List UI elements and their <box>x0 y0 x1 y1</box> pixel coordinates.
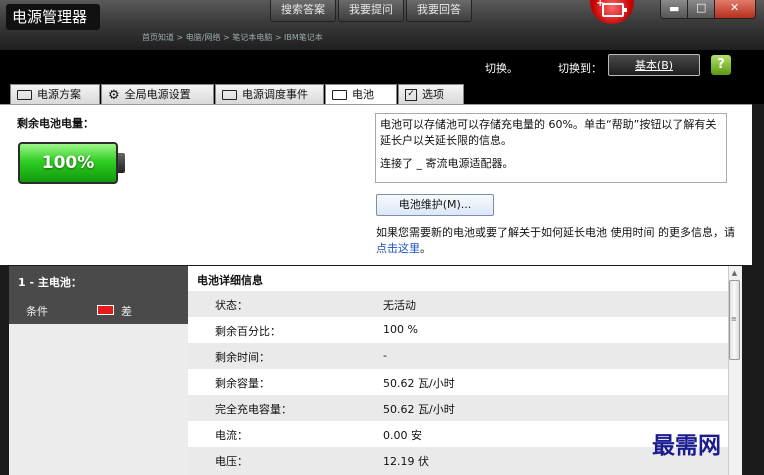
tab-label: 电池 <box>352 88 374 101</box>
tab-label: 选项 <box>422 88 444 101</box>
ask-question-button[interactable]: 我要提问 <box>338 0 404 22</box>
condition-value: 差 <box>121 305 132 318</box>
detail-row: 剩余时间： - <box>188 343 728 369</box>
tab-battery[interactable]: 电池 <box>325 84 397 105</box>
tab-options[interactable]: ✓ 选项 <box>398 84 464 104</box>
extend-battery-text: 如果您需要新的电池或要了解关于如何延长电池 使用时间 的更多信息，请 点击这里。 <box>376 225 736 257</box>
condition-label: 条件 <box>26 305 48 318</box>
tab-schedule-events[interactable]: 电源调度事件 <box>215 84 324 104</box>
gear-icon: ⚙ <box>108 87 120 103</box>
detail-row: 剩余百分比： 100 % <box>188 317 728 343</box>
battery-percent: 100% <box>41 153 95 173</box>
detail-value: 12.19 伏 <box>383 455 429 468</box>
extend-text-end: 。 <box>420 242 431 255</box>
tab-power-plans[interactable]: 电源方案 <box>10 84 100 104</box>
tab-label: 电源调度事件 <box>242 88 308 101</box>
detail-label: 状态： <box>215 299 248 312</box>
watermark: 最需网 <box>652 432 721 459</box>
help-icon[interactable]: ? <box>711 55 731 75</box>
maximize-button[interactable]: □ <box>687 0 715 19</box>
scroll-up-arrow-icon[interactable]: ▲ <box>728 266 741 280</box>
app-title: 电源管理器 <box>6 4 100 30</box>
detail-label: 剩余百分比： <box>215 325 281 338</box>
info-text: 电池可以存储池可以存储充电量的 60%。单击“帮助”按钮以了解有关延长户以关延长… <box>380 118 717 147</box>
detail-row: 完全充电容量： 50.62 瓦/小时 <box>188 395 728 421</box>
detail-value: 50.62 瓦/小时 <box>383 377 455 390</box>
search-answers-button[interactable]: 搜索答案 <box>270 0 336 22</box>
tab-global-settings[interactable]: ⚙ 全局电源设置 <box>101 84 214 104</box>
basic-mode-button[interactable]: 基本(B) <box>608 54 700 76</box>
detail-value: 0.00 安 <box>383 429 422 442</box>
tab-label: 电源方案 <box>37 88 81 101</box>
battery-rect-icon <box>17 90 32 100</box>
answer-button[interactable]: 我要回答 <box>406 0 472 22</box>
battery-info-box: 电池可以存储池可以存储充电量的 60%。单击“帮助”按钮以了解有关延长户以关延长… <box>375 113 727 183</box>
detail-row: 电压： 12.19 伏 <box>188 447 728 475</box>
switch-to-label: 切换到： <box>558 62 602 75</box>
detail-label: 电流： <box>215 429 248 442</box>
detail-value: 50.62 瓦/小时 <box>383 403 455 416</box>
detail-row: 剩余容量： 50.62 瓦/小时 <box>188 369 728 395</box>
poor-condition-icon <box>97 305 114 315</box>
maximize-icon: □ <box>696 1 707 14</box>
breadcrumb: 首页知道 > 电脑/网络 > 笔记本电脑 > IBM笔记本 <box>142 33 323 42</box>
detail-row: 电流： 0.00 安 <box>188 421 728 447</box>
detail-value: 无活动 <box>383 299 416 312</box>
close-button[interactable]: ✕ <box>714 0 756 19</box>
battery-details-title: 电池详细信息 <box>197 274 263 287</box>
remaining-charge-label: 剩余电池电量： <box>17 117 94 130</box>
detail-label: 完全充电容量： <box>215 403 292 416</box>
battery-rect-icon <box>332 90 347 100</box>
detail-row: 状态： 无活动 <box>188 291 728 317</box>
detail-value: - <box>383 349 387 362</box>
minimize-icon: ▬ <box>669 2 680 15</box>
battery-maintenance-button[interactable]: 电池维护(M)... <box>376 194 494 216</box>
basic-mode-label: 基本(B) <box>634 59 674 72</box>
schedule-icon <box>222 90 237 100</box>
close-icon: ✕ <box>730 1 740 14</box>
minimize-button[interactable]: ▬ <box>660 0 688 19</box>
scroll-grip-icon: ≡ <box>731 315 737 323</box>
extend-text-body: 如果您需要新的电池或要了解关于如何延长电池 使用时间 的更多信息，请 <box>376 226 735 239</box>
switch-label: 切换。 <box>485 62 518 75</box>
tab-label: 全局电源设置 <box>124 88 191 101</box>
detail-label: 电压： <box>215 455 248 468</box>
adapter-text: 连接了 _ 寄流电源适配器。 <box>380 157 514 170</box>
detail-label: 剩余时间： <box>215 351 270 364</box>
click-here-link[interactable]: 点击这里 <box>376 242 420 255</box>
detail-value: 100 % <box>383 323 418 336</box>
checkbox-icon: ✓ <box>405 89 417 101</box>
main-battery-label: 1 - 主电池： <box>18 276 82 289</box>
battery-gauge-tip <box>118 153 125 173</box>
detail-label: 剩余容量： <box>215 377 270 390</box>
